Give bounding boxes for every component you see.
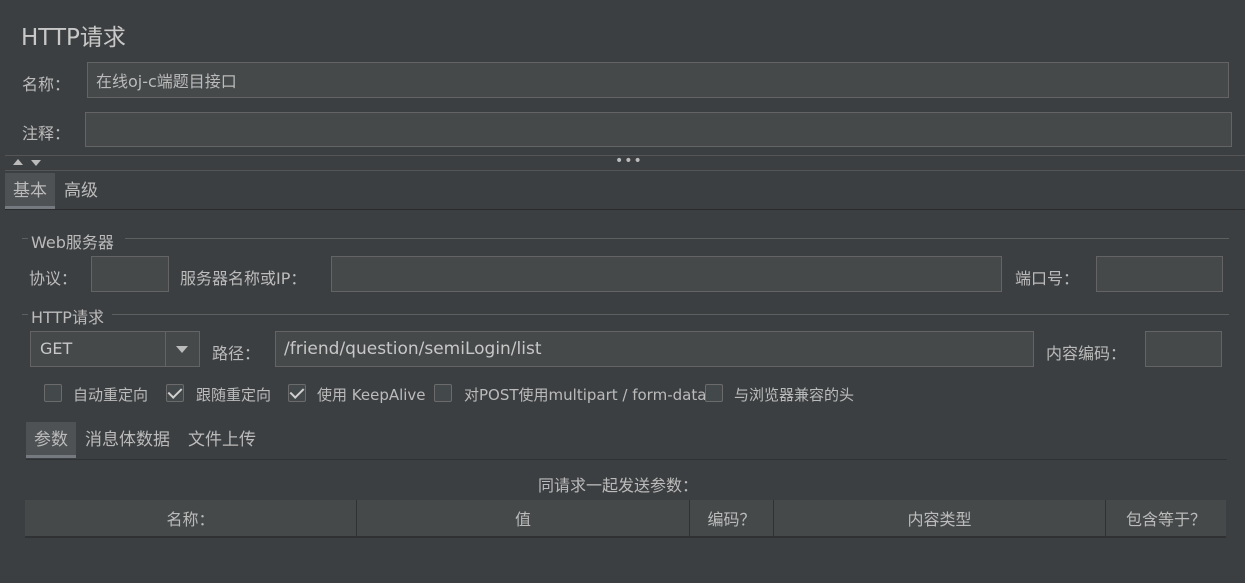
multipart-label: 对POST使用multipart / form-data xyxy=(464,386,707,404)
tab-body-data[interactable]: 消息体数据 xyxy=(77,422,178,458)
tab-basic[interactable]: 基本 xyxy=(5,173,55,209)
multipart-checkbox[interactable] xyxy=(434,384,452,402)
encoding-input[interactable] xyxy=(1145,331,1222,367)
checkmark-icon xyxy=(289,384,305,399)
tab-file-upload[interactable]: 文件上传 xyxy=(180,422,264,458)
collapse-down-icon[interactable] xyxy=(31,160,41,166)
web-server-group-title: Web服务器 xyxy=(31,233,114,252)
keepalive-checkbox[interactable] xyxy=(288,384,306,402)
comment-label: 注释： xyxy=(22,124,71,143)
server-input[interactable] xyxy=(331,256,1002,292)
column-header-value[interactable]: 值 xyxy=(357,500,690,536)
path-input[interactable] xyxy=(275,331,1034,367)
group-line-right xyxy=(125,238,1229,239)
name-input[interactable] xyxy=(87,62,1229,98)
method-dropdown-button[interactable] xyxy=(165,332,199,366)
keepalive-label: 使用 KeepAlive xyxy=(317,386,426,404)
method-select[interactable]: GET xyxy=(30,331,200,367)
group-line-left xyxy=(22,238,28,239)
chevron-down-icon xyxy=(176,346,188,353)
encoding-label: 内容编码： xyxy=(1046,344,1127,363)
path-label: 路径： xyxy=(212,344,261,363)
protocol-label: 协议： xyxy=(29,269,78,288)
params-caption: 同请求一起发送参数： xyxy=(538,476,699,495)
column-header-name[interactable]: 名称： xyxy=(25,500,357,536)
collapse-up-icon[interactable] xyxy=(13,159,23,165)
drag-handle-icon[interactable]: ••• xyxy=(615,153,643,169)
auto-redirect-label: 自动重定向 xyxy=(73,386,149,404)
name-label: 名称： xyxy=(22,75,71,94)
subtab-divider xyxy=(26,459,1227,460)
browser-compatible-headers-label: 与浏览器兼容的头 xyxy=(734,386,855,404)
comment-input[interactable] xyxy=(85,112,1232,147)
group-line-right-2 xyxy=(112,314,1229,315)
auto-redirect-checkbox[interactable] xyxy=(44,384,62,402)
group-line-left-2 xyxy=(22,314,28,315)
browser-compatible-headers-checkbox[interactable] xyxy=(705,384,723,402)
checkmark-icon xyxy=(167,384,183,399)
tab-divider xyxy=(5,209,1245,210)
column-header-encode[interactable]: 编码？ xyxy=(690,500,774,536)
params-table-header: 名称： 值 编码？ 内容类型 包含等于？ xyxy=(25,500,1226,538)
server-label: 服务器名称或IP： xyxy=(180,269,307,288)
http-request-group-title: HTTP请求 xyxy=(31,308,104,327)
tab-advanced[interactable]: 高级 xyxy=(56,173,106,209)
column-header-include-equals[interactable]: 包含等于？ xyxy=(1106,500,1226,536)
port-label: 端口号： xyxy=(1015,269,1080,288)
http-request-panel: HTTP请求 名称： 注释： ••• 基本 高级 Web服务器 协议： 服务器名… xyxy=(0,0,1245,583)
protocol-input[interactable] xyxy=(91,256,169,292)
follow-redirect-label: 跟随重定向 xyxy=(196,386,272,404)
column-header-content-type[interactable]: 内容类型 xyxy=(774,500,1106,536)
port-input[interactable] xyxy=(1096,256,1223,292)
tab-parameters[interactable]: 参数 xyxy=(26,422,76,458)
follow-redirect-checkbox[interactable] xyxy=(166,384,184,402)
method-value: GET xyxy=(40,339,73,358)
page-title: HTTP请求 xyxy=(21,25,126,51)
